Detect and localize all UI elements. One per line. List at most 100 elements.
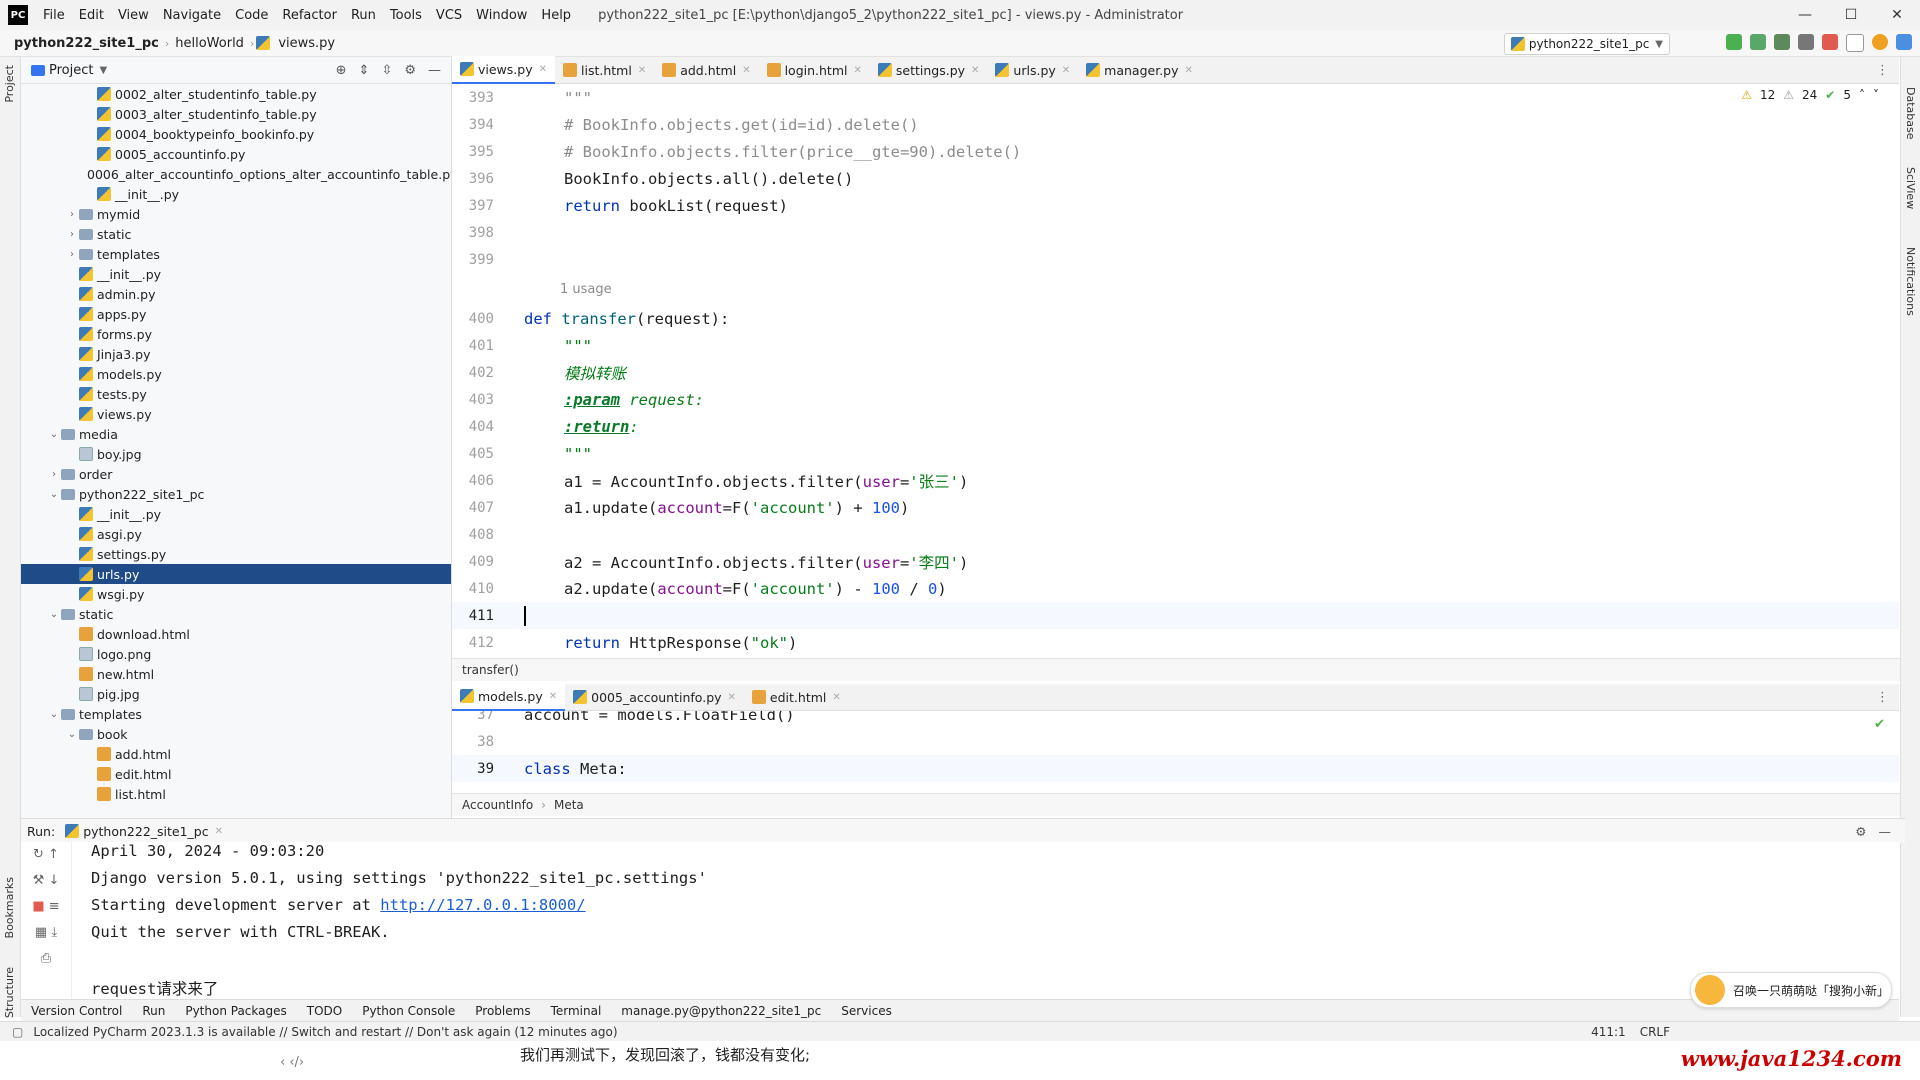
print-icon[interactable]: ⎙ [21, 946, 71, 972]
tree-item[interactable]: › static [21, 224, 451, 244]
locate-icon[interactable]: ⊕ [336, 63, 347, 78]
tab-models-py[interactable]: models.py ✕ [452, 683, 566, 711]
tree-item[interactable]: 0006_alter_accountinfo_options_alter_acc… [21, 164, 451, 184]
tool-version-control[interactable]: Version Control [21, 1004, 132, 1018]
close-icon[interactable]: ✕ [742, 65, 750, 76]
chevron-down-icon[interactable]: ⌄ [47, 489, 61, 500]
tree-item[interactable]: forms.py [21, 324, 451, 344]
tool-services[interactable]: Services [831, 1004, 902, 1018]
layout-icon[interactable]: ▢ [12, 1025, 23, 1039]
tree-item[interactable]: models.py [21, 364, 451, 384]
minimize-button[interactable]: — [1782, 0, 1828, 30]
tree-item[interactable]: ⌄ templates [21, 704, 451, 724]
profile-icon[interactable] [1798, 34, 1814, 50]
stop-icon[interactable]: ■ ≡ [21, 894, 71, 920]
tree-item[interactable]: ⌄ python222_site1_pc [21, 484, 451, 504]
update-icon[interactable] [1872, 34, 1888, 50]
settings-icon[interactable] [1896, 34, 1912, 50]
chevron-down-icon[interactable]: ⌄ [47, 429, 61, 440]
menu-navigate[interactable]: Navigate [156, 8, 228, 23]
gear-icon[interactable]: ⚙ [1855, 824, 1866, 839]
menu-code[interactable]: Code [228, 8, 275, 23]
chevron-down-icon[interactable]: ⌄ [65, 729, 79, 740]
hide-icon[interactable]: — [1879, 824, 1892, 839]
menu-window[interactable]: Window [469, 8, 534, 23]
chevron-right-icon[interactable]: › [47, 469, 61, 480]
code-editor[interactable]: ⚠ 12 ⚠ 24 ✔ 5 ˄ ˅ 393 """ 394 # BookInfo.objec… [452, 84, 1899, 658]
code-editor-split[interactable]: 37 account = models.FloatField() 38 39 cla… [452, 711, 1899, 787]
close-icon[interactable]: ✕ [215, 826, 223, 837]
tab-views-py[interactable]: views.py ✕ [452, 56, 555, 84]
line-separator[interactable]: CRLF [1640, 1025, 1670, 1039]
close-icon[interactable]: ✕ [728, 692, 736, 703]
breadcrumb-project[interactable]: python222_site1_pc [10, 36, 163, 51]
tool-terminal[interactable]: Terminal [541, 1004, 612, 1018]
ime-notification[interactable]: 召唤一只萌萌哒「搜狗小新」 [1690, 972, 1892, 1008]
menu-file[interactable]: File [36, 8, 72, 23]
tree-item[interactable]: add.html [21, 744, 451, 764]
breadcrumb-inner-class[interactable]: Meta [554, 798, 584, 812]
gear-icon[interactable]: ⚙ [404, 63, 416, 78]
menu-help[interactable]: Help [534, 8, 578, 23]
run-configuration-select[interactable]: python222_site1_pc ▼ [1503, 33, 1670, 55]
tree-item[interactable]: apps.py [21, 304, 451, 324]
collapse-all-icon[interactable]: ⇳ [381, 63, 392, 78]
tree-item[interactable]: wsgi.py [21, 584, 451, 604]
breadcrumb-function[interactable]: transfer() [462, 663, 519, 677]
menu-run[interactable]: Run [344, 8, 383, 23]
close-icon[interactable]: ✕ [638, 65, 646, 76]
chevron-right-icon[interactable]: › [65, 249, 79, 260]
menu-refactor[interactable]: Refactor [275, 8, 344, 23]
close-icon[interactable]: ✕ [1185, 65, 1193, 76]
breadcrumb-file[interactable]: views.py [274, 36, 339, 51]
more-tabs-icon[interactable]: ⋮ [1876, 63, 1889, 78]
tool-todo[interactable]: TODO [297, 1004, 352, 1018]
structure-tool-tab[interactable]: Structure [3, 967, 16, 1018]
settings-icon[interactable]: ⚒ ↓ [21, 868, 71, 894]
breadcrumb-class[interactable]: AccountInfo [462, 798, 533, 812]
tab-add-html[interactable]: add.html ✕ [654, 57, 758, 83]
tree-item[interactable]: download.html [21, 624, 451, 644]
expand-all-icon[interactable]: ⇕ [359, 63, 370, 78]
chevron-down-icon[interactable]: ▼ [99, 65, 107, 76]
rerun-icon[interactable] [1726, 34, 1742, 50]
sciview-tool-tab[interactable]: SciView [1904, 167, 1917, 209]
tree-item[interactable]: logo.png [21, 644, 451, 664]
layout-icon[interactable]: ▦ ⤓ [21, 920, 71, 946]
tree-item[interactable]: 0002_alter_studentinfo_table.py [21, 84, 451, 104]
debug-icon[interactable] [1750, 34, 1766, 50]
tab-settings-py[interactable]: settings.py ✕ [870, 57, 988, 83]
close-icon[interactable]: ✕ [853, 65, 861, 76]
chevron-right-icon[interactable]: › [65, 229, 79, 240]
close-icon[interactable]: ✕ [832, 692, 840, 703]
tree-item[interactable]: 0004_booktypeinfo_bookinfo.py [21, 124, 451, 144]
tab-manager-py[interactable]: manager.py ✕ [1078, 57, 1201, 83]
coverage-icon[interactable] [1774, 34, 1790, 50]
tree-item[interactable]: ⌄ book [21, 724, 451, 744]
maximize-button[interactable]: ☐ [1828, 0, 1874, 30]
chevron-right-icon[interactable]: › [65, 209, 79, 220]
project-tool-tab[interactable]: Project [3, 65, 16, 103]
tool-run[interactable]: Run [132, 1004, 175, 1018]
breadcrumb-folder[interactable]: helloWorld [171, 36, 248, 51]
tree-item[interactable]: tests.py [21, 384, 451, 404]
project-panel-title[interactable]: Project [49, 63, 93, 78]
tree-item[interactable]: ⌄ media [21, 424, 451, 444]
caret-position[interactable]: 411:1 [1591, 1025, 1626, 1039]
tree-item[interactable]: pig.jpg [21, 684, 451, 704]
menu-tools[interactable]: Tools [383, 8, 429, 23]
menu-view[interactable]: View [111, 8, 156, 23]
tree-item[interactable]: 0005_accountinfo.py [21, 144, 451, 164]
tree-item[interactable]: asgi.py [21, 524, 451, 544]
tool-python-console[interactable]: Python Console [352, 1004, 465, 1018]
tree-item[interactable]: __init__.py [21, 184, 451, 204]
tree-item[interactable]: › mymid [21, 204, 451, 224]
close-icon[interactable]: ✕ [1062, 65, 1070, 76]
tree-item[interactable]: Jinja3.py [21, 344, 451, 364]
close-icon[interactable]: ✕ [971, 65, 979, 76]
menu-edit[interactable]: Edit [72, 8, 111, 23]
database-tool-tab[interactable]: Database [1904, 87, 1917, 140]
tree-item[interactable]: › order [21, 464, 451, 484]
chevron-down-icon[interactable]: ⌄ [47, 709, 61, 720]
notifications-tool-tab[interactable]: Notifications [1904, 247, 1917, 316]
